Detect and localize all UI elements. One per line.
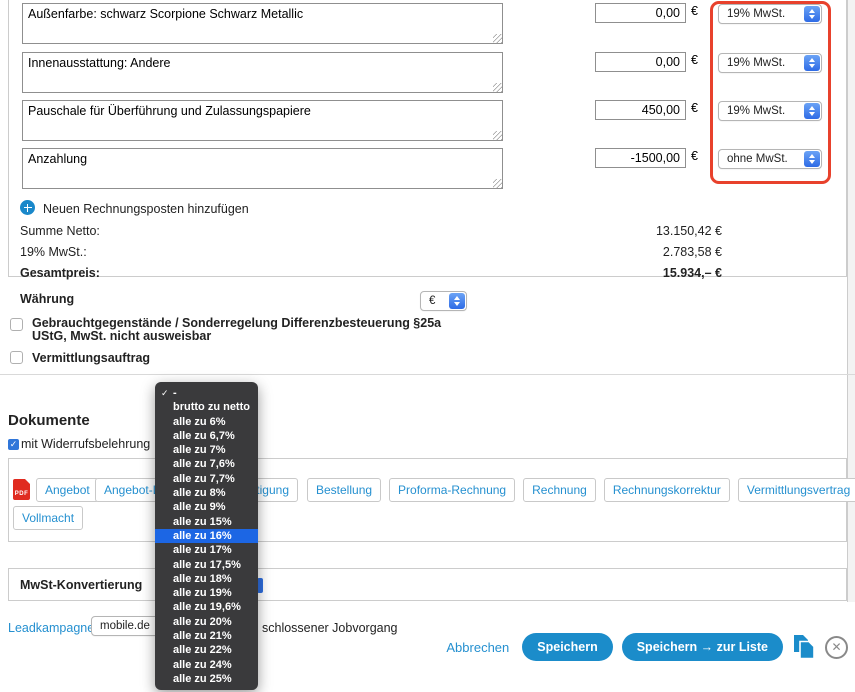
- currency-symbol: €: [691, 53, 698, 67]
- menu-item[interactable]: alle zu 22%: [155, 643, 258, 657]
- currency-symbol: €: [691, 4, 698, 18]
- mwst-konvertierung-label: MwSt-Konvertierung: [20, 578, 142, 592]
- menu-item[interactable]: alle zu 18%: [155, 572, 258, 586]
- select-stepper-icon: [804, 6, 820, 22]
- resize-handle-icon[interactable]: [493, 34, 502, 43]
- dokumente-heading: Dokumente: [8, 412, 90, 429]
- vat-select[interactable]: ohne MwSt.: [718, 149, 822, 169]
- summary-netto-value: 13.150,42 €: [422, 224, 722, 238]
- widerruf-label: mit Widerrufsbelehrung: [21, 437, 150, 451]
- jobvorgang-label: schlossener Jobvorgang: [262, 621, 398, 635]
- doc-button-vollmacht[interactable]: Vollmacht: [13, 506, 83, 530]
- invoice-form-page: Außenfarbe: schwarz Scorpione Schwarz Me…: [0, 0, 855, 692]
- summary-vat-value: 2.783,58 €: [422, 245, 722, 259]
- menu-item[interactable]: alle zu 19,6%: [155, 600, 258, 614]
- menu-item[interactable]: alle zu 25%: [155, 672, 258, 686]
- currency-label: Währung: [20, 292, 74, 306]
- diff-tax-label-line2: UStG, MwSt. nicht ausweisbar: [32, 329, 211, 343]
- save-to-list-button[interactable]: Speichern → zur Liste: [622, 633, 783, 661]
- section-divider: [0, 374, 855, 375]
- vat-select[interactable]: 19% MwSt.: [718, 53, 822, 73]
- item-description-input[interactable]: Pauschale für Überführung und Zulassungs…: [22, 100, 503, 141]
- vat-select[interactable]: 19% MwSt.: [718, 101, 822, 121]
- diff-tax-checkbox[interactable]: [10, 318, 23, 331]
- leadkampagne-label[interactable]: Leadkampagne:: [8, 621, 98, 635]
- select-stepper-icon: [804, 151, 820, 167]
- menu-item[interactable]: alle zu 6%: [155, 415, 258, 429]
- item-amount-input[interactable]: [595, 3, 686, 23]
- page-right-gutter: [847, 0, 855, 602]
- menu-item[interactable]: alle zu 6,7%: [155, 429, 258, 443]
- resize-handle-icon[interactable]: [493, 131, 502, 140]
- currency-symbol: €: [691, 149, 698, 163]
- close-icon[interactable]: ✕: [825, 636, 848, 659]
- item-amount-input[interactable]: [595, 148, 686, 168]
- menu-item[interactable]: alle zu 8%: [155, 486, 258, 500]
- widerruf-checkbox[interactable]: ✓: [8, 439, 19, 450]
- menu-item[interactable]: alle zu 19%: [155, 586, 258, 600]
- resize-handle-icon[interactable]: [493, 179, 502, 188]
- menu-item[interactable]: alle zu 24%: [155, 658, 258, 672]
- menu-item[interactable]: alle zu 9%: [155, 500, 258, 514]
- summary-total-value: 15.934,– €: [422, 266, 722, 280]
- item-description-input[interactable]: Außenfarbe: schwarz Scorpione Schwarz Me…: [22, 3, 503, 44]
- item-description-input[interactable]: Anzahlung: [22, 148, 503, 189]
- select-stepper-icon: [804, 55, 820, 71]
- check-icon: ✓: [161, 386, 173, 400]
- vermittlung-label: Vermittlungsauftrag: [32, 351, 150, 365]
- menu-item[interactable]: alle zu 7,6%: [155, 457, 258, 471]
- menu-item[interactable]: alle zu 15%: [155, 515, 258, 529]
- menu-item[interactable]: alle zu 17%: [155, 543, 258, 557]
- menu-item[interactable]: brutto zu netto: [155, 400, 258, 414]
- add-item-plus-icon[interactable]: [20, 200, 35, 215]
- summary-vat-label: 19% MwSt.:: [20, 245, 87, 259]
- resize-handle-icon[interactable]: [493, 83, 502, 92]
- doc-button-proforma-rechnung[interactable]: Proforma-Rechnung: [389, 478, 515, 502]
- menu-item-highlighted[interactable]: alle zu 16%: [155, 529, 258, 543]
- add-item-label[interactable]: Neuen Rechnungsposten hinzufügen: [43, 202, 249, 216]
- menu-item[interactable]: ✓-: [155, 386, 258, 400]
- copy-icon[interactable]: [792, 634, 816, 660]
- doc-button-rechnung[interactable]: Rechnung: [523, 478, 596, 502]
- doc-button-angebot[interactable]: Angebot: [36, 478, 99, 502]
- doc-button-rechnungskorrektur[interactable]: Rechnungskorrektur: [604, 478, 730, 502]
- menu-item[interactable]: alle zu 17,5%: [155, 558, 258, 572]
- item-amount-input[interactable]: [595, 100, 686, 120]
- doc-button-vermittlungsvertrag[interactable]: Vermittlungsvertrag: [738, 478, 855, 502]
- select-stepper-icon: [449, 293, 465, 309]
- summary-netto-label: Summe Netto:: [20, 224, 100, 238]
- doc-button-row: Bestellung Proforma-Rechnung Rechnung Re…: [307, 478, 855, 502]
- footer-actions: Abbrechen Speichern Speichern → zur List…: [446, 633, 848, 661]
- menu-item[interactable]: alle zu 21%: [155, 629, 258, 643]
- save-button[interactable]: Speichern: [522, 633, 612, 661]
- vermittlung-checkbox[interactable]: [10, 351, 23, 364]
- doc-button-bestellung[interactable]: Bestellung: [307, 478, 381, 502]
- currency-select[interactable]: €: [420, 291, 467, 311]
- pdf-icon: PDF: [13, 479, 30, 500]
- mwst-konvertierung-menu: ✓- brutto zu netto alle zu 6% alle zu 6,…: [155, 382, 258, 690]
- menu-item[interactable]: alle zu 7,7%: [155, 472, 258, 486]
- currency-symbol: €: [691, 101, 698, 115]
- summary-total-label: Gesamtpreis:: [20, 266, 100, 280]
- item-amount-input[interactable]: [595, 52, 686, 72]
- vat-select[interactable]: 19% MwSt.: [718, 4, 822, 24]
- diff-tax-label-line1: Gebrauchtgegenstände / Sonderregelung Di…: [32, 316, 441, 330]
- menu-item[interactable]: alle zu 7%: [155, 443, 258, 457]
- item-description-input[interactable]: Innenausstattung: Andere: [22, 52, 503, 93]
- menu-item[interactable]: alle zu 20%: [155, 615, 258, 629]
- select-stepper-icon: [804, 103, 820, 119]
- cancel-link[interactable]: Abbrechen: [446, 640, 509, 655]
